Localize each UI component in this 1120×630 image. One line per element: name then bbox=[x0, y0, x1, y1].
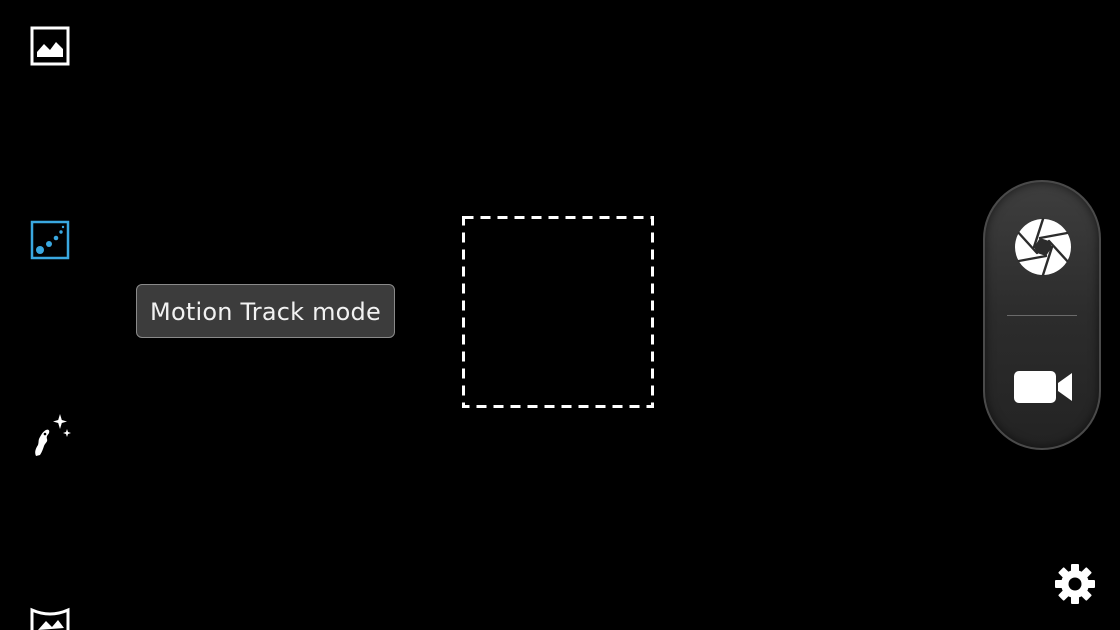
focus-frame bbox=[462, 216, 654, 408]
shutter-icon[interactable] bbox=[1013, 217, 1073, 277]
capsule-divider bbox=[1007, 315, 1077, 316]
capture-controls bbox=[983, 180, 1101, 450]
motion-track-icon[interactable] bbox=[30, 220, 70, 260]
beautify-icon[interactable] bbox=[26, 412, 72, 458]
mode-tooltip: Motion Track mode bbox=[136, 284, 395, 338]
video-camera-icon[interactable] bbox=[1012, 368, 1074, 406]
gallery-icon[interactable] bbox=[30, 26, 70, 66]
panorama-icon[interactable] bbox=[30, 606, 70, 630]
gear-icon[interactable] bbox=[1054, 563, 1096, 605]
camera-viewfinder[interactable]: Motion Track mode bbox=[0, 0, 1120, 630]
